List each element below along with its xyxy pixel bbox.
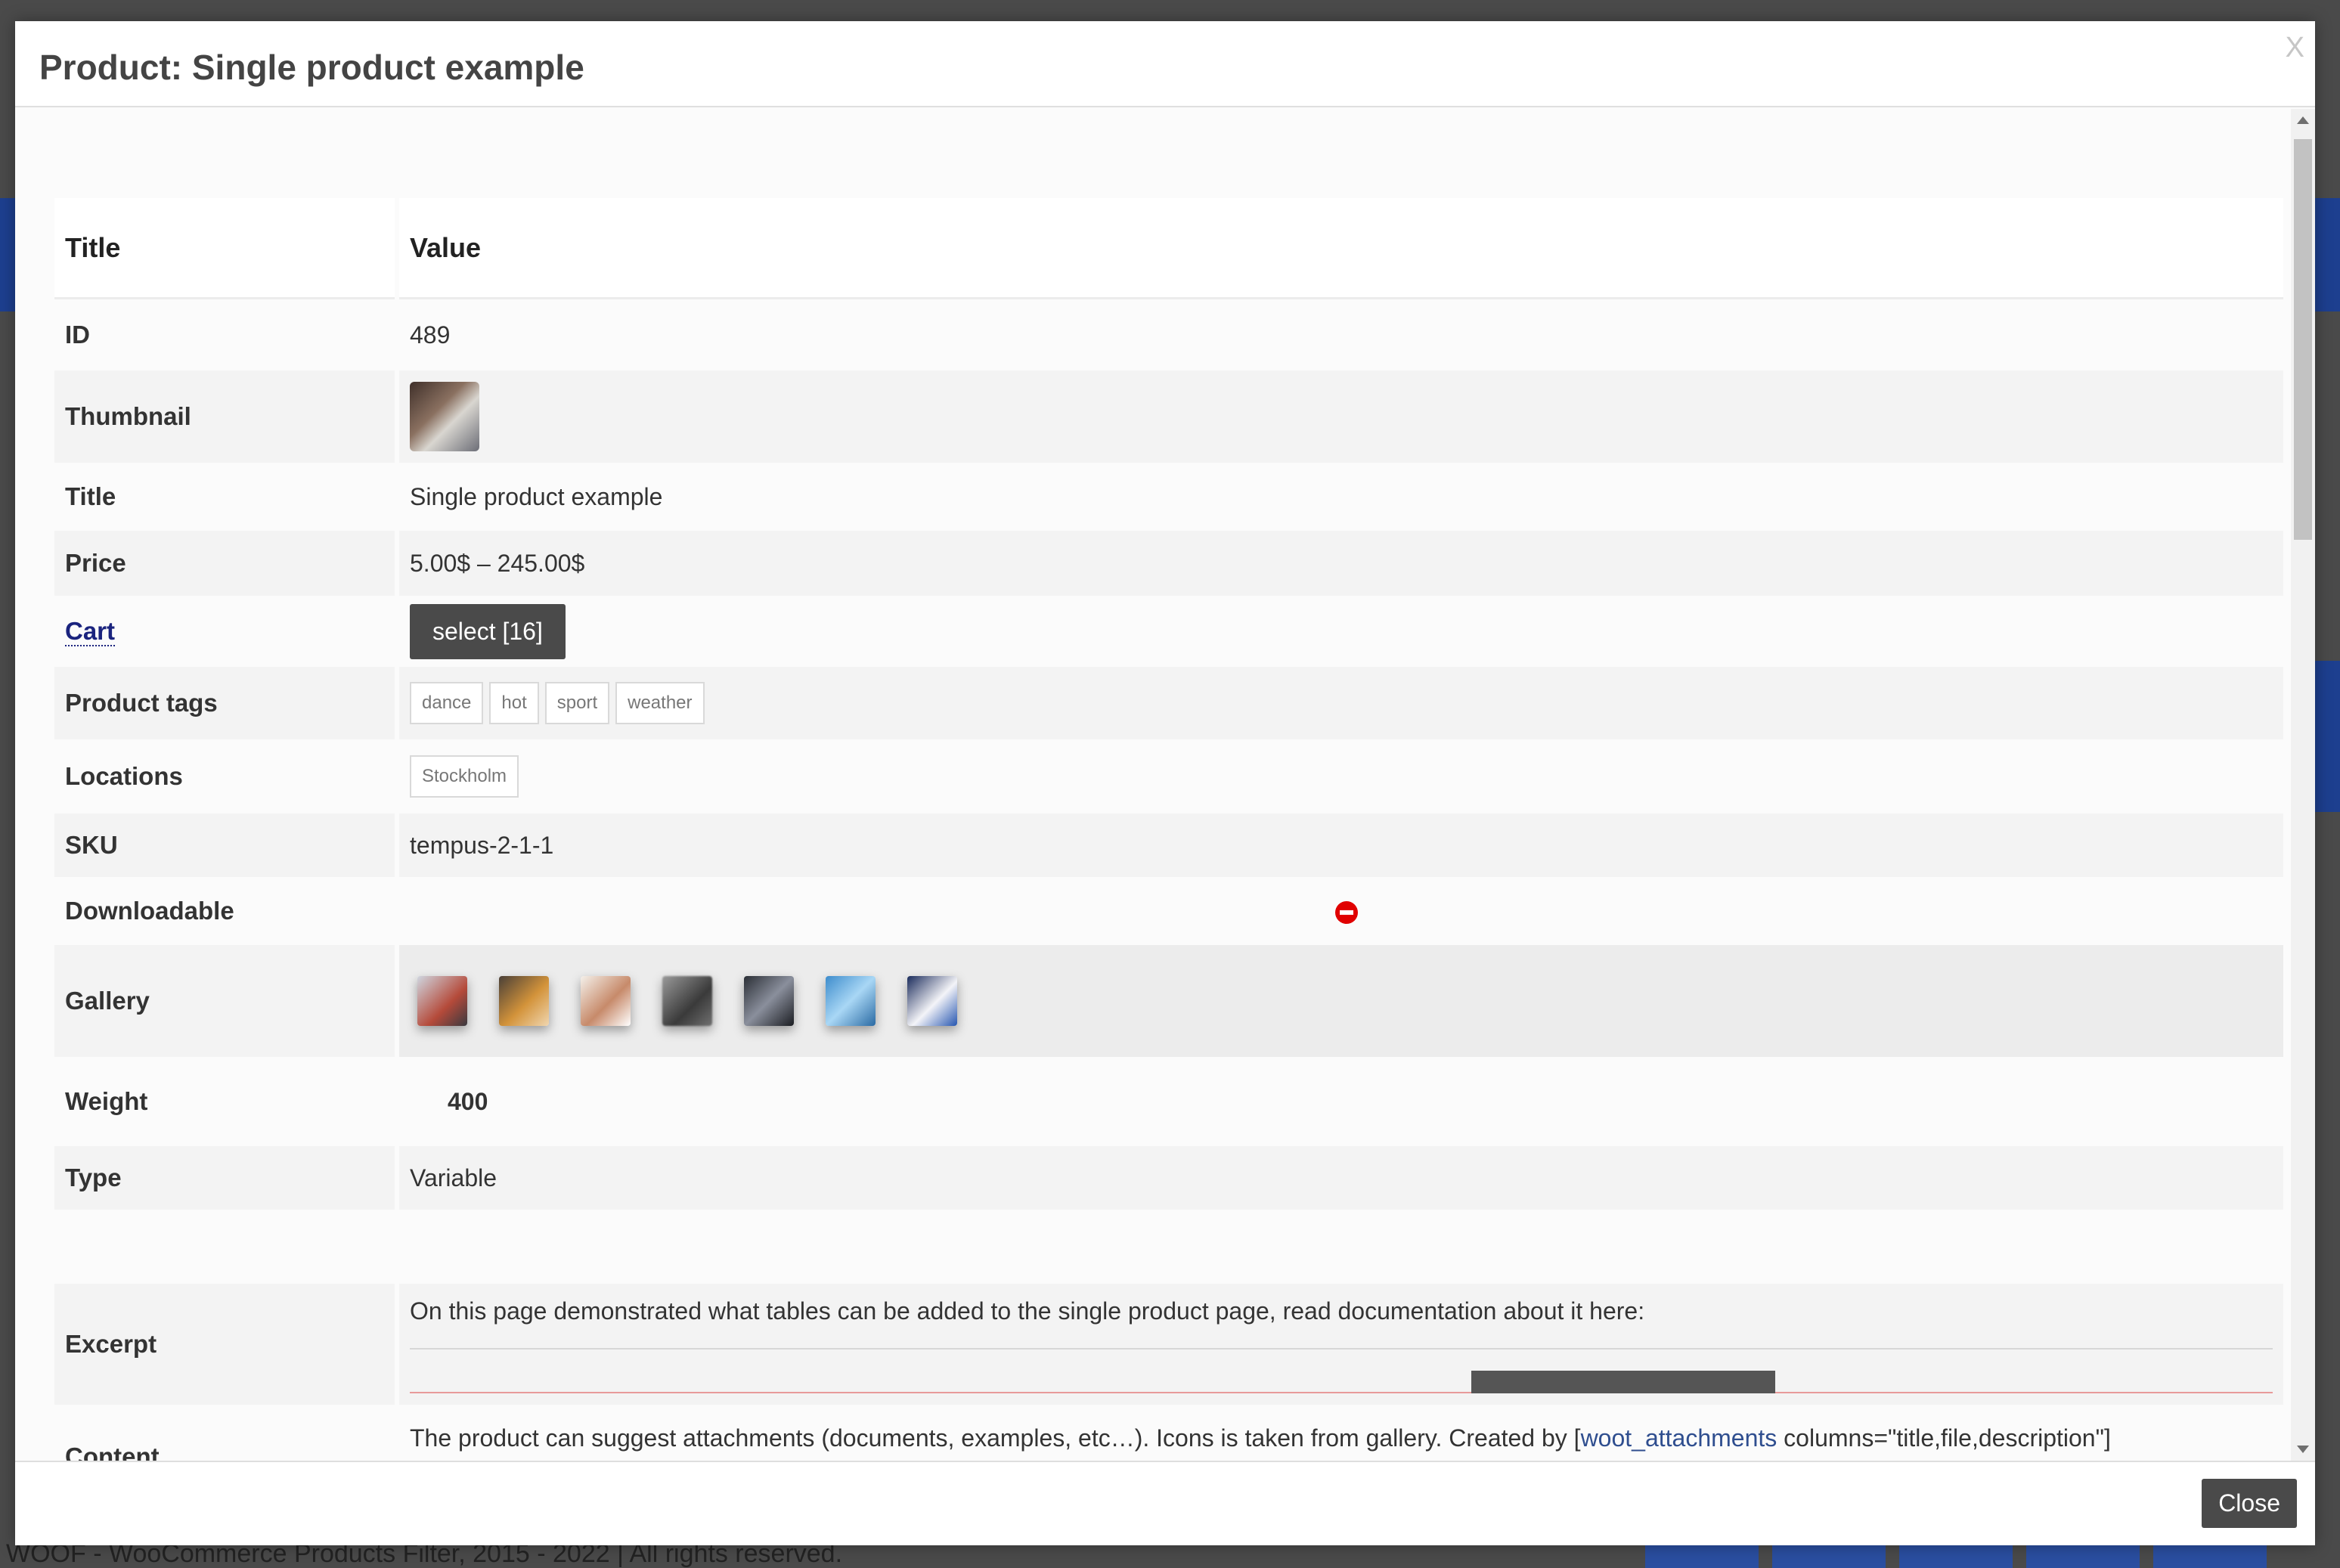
tag-weather[interactable]: weather [615, 682, 705, 724]
modal-footer: Close [15, 1461, 2315, 1545]
product-table: Title Value ID 489 Thumbnail Title Singl… [50, 198, 2288, 1461]
table-row: Excerpt On this page demonstrated what t… [54, 1284, 2283, 1405]
row-label-gallery: Gallery [54, 945, 395, 1057]
product-price: 5.00$ – 245.00$ [399, 531, 2283, 596]
modal-title: Product: Single product example [39, 48, 584, 87]
row-label-title: Title [54, 463, 395, 531]
table-row: Type Variable [54, 1146, 2283, 1210]
modal-header: Product: Single product example X [15, 21, 2315, 107]
row-label-locations: Locations [54, 739, 395, 813]
scroll-up-arrow-icon[interactable] [2297, 116, 2309, 124]
gallery-image[interactable] [417, 976, 467, 1026]
tag-dance[interactable]: dance [410, 682, 484, 724]
table-row: Thumbnail [54, 370, 2283, 463]
attachments-shortcode-link[interactable]: woot_attachments [1581, 1424, 1777, 1452]
row-label-tags: Product tags [54, 667, 395, 739]
gallery-image[interactable] [581, 976, 631, 1026]
product-modal: Product: Single product example X Title … [15, 21, 2315, 1545]
row-label-downloadable: Downloadable [54, 877, 395, 945]
table-row: Cart select [16] [54, 596, 2283, 667]
gallery-image[interactable] [744, 976, 794, 1026]
tag-hot[interactable]: hot [489, 682, 539, 724]
table-row: Content The product can suggest attachme… [54, 1405, 2283, 1461]
table-row: Weight 400 [54, 1057, 2283, 1146]
table-row: SKU tempus-2-1-1 [54, 813, 2283, 877]
table-row [54, 1210, 2283, 1284]
column-header-title: Title [54, 198, 395, 299]
gallery-image[interactable] [826, 976, 876, 1026]
row-label-id: ID [54, 299, 395, 370]
product-content: The product can suggest attachments (doc… [399, 1405, 2283, 1461]
table-row: Price 5.00$ – 245.00$ [54, 531, 2283, 596]
row-label-sku: SKU [54, 813, 395, 877]
product-excerpt: On this page demonstrated what tables ca… [410, 1297, 2273, 1350]
column-header-value: Value [399, 198, 2283, 299]
product-thumbnail-image[interactable] [410, 382, 479, 451]
row-label-price: Price [54, 531, 395, 596]
scroll-down-arrow-icon[interactable] [2297, 1446, 2309, 1453]
product-sku: tempus-2-1-1 [399, 813, 2283, 877]
row-label-weight: Weight [54, 1057, 395, 1146]
gallery-image[interactable] [907, 976, 957, 1026]
table-row: ID 489 [54, 299, 2283, 370]
table-row: Product tags dance hot sport weather [54, 667, 2283, 739]
background-tiles [1645, 1542, 2340, 1568]
table-row: Gallery [54, 945, 2283, 1057]
product-id: 489 [399, 299, 2283, 370]
select-options-button[interactable]: select [16] [410, 603, 566, 659]
scrollbar-thumb[interactable] [2294, 139, 2312, 540]
no-entry-icon [1335, 901, 1358, 925]
modal-scrollbar[interactable] [2291, 109, 2315, 1461]
modal-body[interactable]: Title Value ID 489 Thumbnail Title Singl… [15, 109, 2291, 1461]
product-title: Single product example [399, 463, 2283, 531]
row-label-thumbnail: Thumbnail [54, 370, 395, 463]
product-weight: 400 [399, 1057, 2283, 1146]
tag-sport[interactable]: sport [544, 682, 610, 724]
close-icon[interactable]: X [2286, 32, 2304, 64]
table-row: Downloadable [54, 877, 2283, 945]
excerpt-embedded-content [410, 1350, 2273, 1393]
gallery-image[interactable] [499, 976, 549, 1026]
cart-label-link[interactable]: Cart [65, 617, 116, 646]
close-button[interactable]: Close [2202, 1479, 2297, 1528]
row-label-content: Content [65, 1442, 160, 1461]
row-label-type: Type [54, 1146, 395, 1210]
location-stockholm[interactable]: Stockholm [410, 755, 519, 798]
table-row: Locations Stockholm [54, 739, 2283, 813]
product-type: Variable [399, 1146, 2283, 1210]
table-row: Title Single product example [54, 463, 2283, 531]
gallery-image[interactable] [662, 976, 712, 1026]
row-label-excerpt: Excerpt [54, 1284, 395, 1405]
